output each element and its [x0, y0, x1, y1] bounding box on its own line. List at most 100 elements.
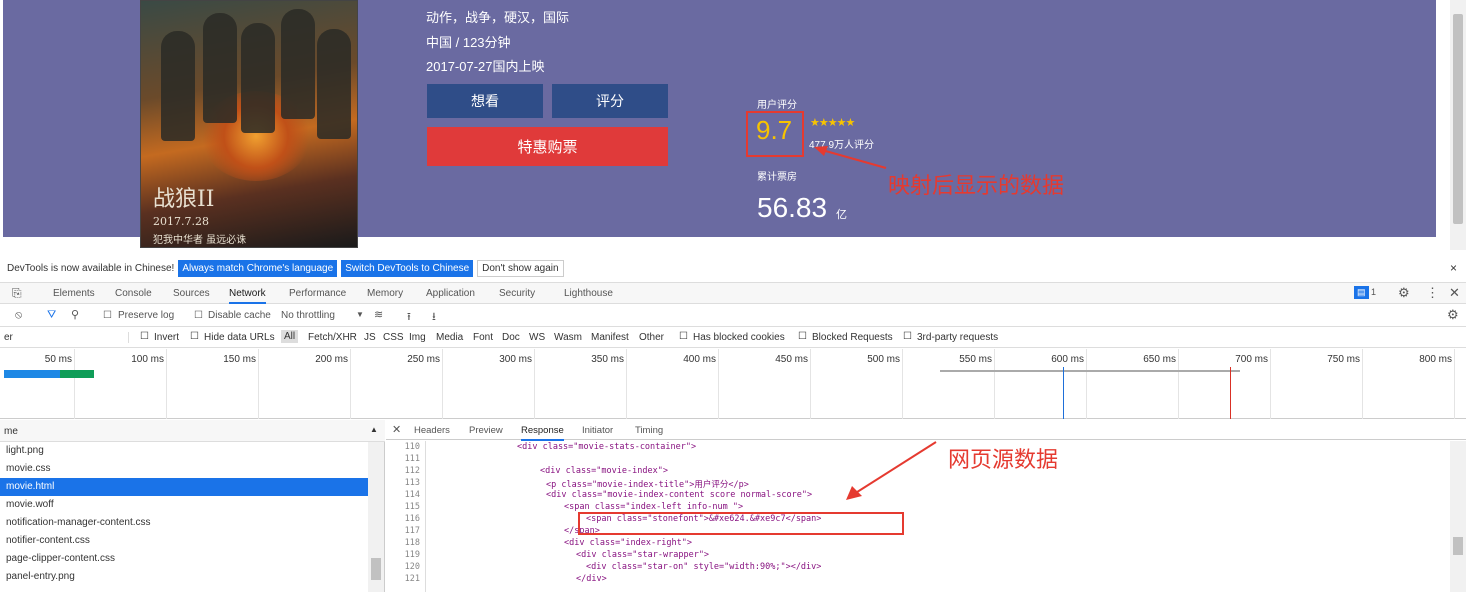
- filter-input[interactable]: er: [4, 332, 129, 343]
- sort-ascending-icon[interactable]: ▲: [370, 425, 378, 434]
- network-toolbar: ⦸ ⛛ ⚲ ☐ Preserve log ☐ Disable cache No …: [0, 305, 1466, 327]
- boxoffice-value: 56.83: [757, 192, 828, 223]
- request-row[interactable]: page-clipper-content.css: [0, 550, 368, 568]
- third-party-checkbox[interactable]: ☐: [903, 331, 912, 342]
- tab-memory[interactable]: Memory: [367, 288, 403, 299]
- type-filter-css[interactable]: CSS: [383, 332, 404, 343]
- tab-initiator[interactable]: Initiator: [582, 425, 613, 436]
- type-filter-fetch-xhr[interactable]: Fetch/XHR: [308, 332, 357, 343]
- line-number: 117: [404, 526, 420, 536]
- code-line: <p class="movie-index-title">用户评分</p>: [546, 480, 749, 490]
- type-filter-img[interactable]: Img: [409, 332, 426, 343]
- page-scrollbar-thumb[interactable]: [1453, 14, 1463, 224]
- match-language-button[interactable]: Always match Chrome's language: [178, 259, 338, 277]
- code-scrollbar[interactable]: [1450, 441, 1466, 592]
- want-to-watch-button[interactable]: 想看: [427, 84, 543, 118]
- poster-figure: [161, 31, 195, 141]
- code-line: <div class="star-wrapper">: [576, 550, 710, 560]
- timeline-tick-label: 600 ms: [1051, 354, 1084, 365]
- tab-performance[interactable]: Performance: [289, 288, 346, 299]
- tab-preview[interactable]: Preview: [469, 425, 503, 436]
- type-filter-all[interactable]: All: [281, 330, 299, 343]
- tab-response[interactable]: Response: [521, 425, 564, 441]
- poster-figure: [281, 9, 315, 119]
- request-list-scrollbar[interactable]: [368, 442, 384, 592]
- type-filter-manifest[interactable]: Manifest: [591, 332, 629, 343]
- close-devtools-icon[interactable]: ✕: [1449, 285, 1460, 301]
- preserve-log-checkbox[interactable]: ☐: [103, 310, 112, 321]
- tab-lighthouse[interactable]: Lighthouse: [564, 288, 613, 299]
- line-number: 119: [404, 550, 420, 560]
- rate-button[interactable]: 评分: [552, 84, 668, 118]
- inspect-element-icon[interactable]: ⎘: [12, 286, 22, 301]
- tab-console[interactable]: Console: [115, 288, 152, 299]
- blocked-cookies-checkbox[interactable]: ☐: [679, 331, 688, 342]
- name-column-header[interactable]: me: [4, 426, 18, 437]
- rating-stars: ★★★★★: [810, 117, 855, 129]
- type-filter-js[interactable]: JS: [364, 332, 376, 343]
- poster-date: 2017.7.28: [153, 215, 209, 228]
- request-row[interactable]: movie.css: [0, 460, 368, 478]
- hide-data-urls-checkbox[interactable]: ☐: [190, 331, 199, 342]
- throttling-dropdown-icon[interactable]: ▼: [356, 310, 364, 319]
- line-number: 110: [404, 442, 420, 452]
- type-filter-media[interactable]: Media: [436, 332, 463, 343]
- request-row[interactable]: light.png: [0, 442, 368, 460]
- import-har-icon[interactable]: ⭱: [407, 308, 411, 327]
- request-row[interactable]: notifier-content.css: [0, 532, 368, 550]
- code-line: <div class="movie-stats-container">: [517, 442, 697, 452]
- tab-network[interactable]: Network: [229, 288, 266, 304]
- boxoffice-unit: 亿: [836, 209, 847, 221]
- line-number: 114: [404, 490, 420, 500]
- request-list-scrollbar-thumb[interactable]: [371, 558, 381, 580]
- search-icon[interactable]: ⚲: [71, 308, 79, 321]
- notice-close-icon[interactable]: ×: [1450, 261, 1457, 275]
- annotation-mapped-data: 映射后显示的数据: [888, 173, 1065, 198]
- hide-data-urls-label: Hide data URLs: [204, 332, 275, 343]
- timeline-tick-label: 650 ms: [1143, 354, 1176, 365]
- page-scrollbar[interactable]: [1450, 0, 1466, 250]
- settings-gear-icon[interactable]: ⚙: [1398, 285, 1410, 301]
- timeline-tick-label: 450 ms: [775, 354, 808, 365]
- tab-elements[interactable]: Elements: [53, 288, 95, 299]
- request-row[interactable]: notification-manager-content.css: [0, 514, 368, 532]
- type-filter-doc[interactable]: Doc: [502, 332, 520, 343]
- blocked-cookies-label: Has blocked cookies: [693, 332, 785, 343]
- request-row[interactable]: panel-entry.png: [0, 568, 368, 586]
- poster-figure: [317, 29, 351, 139]
- buy-ticket-button[interactable]: 特惠购票: [427, 127, 668, 166]
- network-settings-icon[interactable]: ⚙: [1447, 307, 1459, 323]
- type-filter-font[interactable]: Font: [473, 332, 493, 343]
- request-row-selected[interactable]: movie.html: [0, 478, 368, 496]
- blocked-requests-checkbox[interactable]: ☐: [798, 331, 807, 342]
- tab-security[interactable]: Security: [499, 288, 535, 299]
- disable-cache-checkbox[interactable]: ☐: [194, 310, 203, 321]
- throttling-select[interactable]: No throttling: [281, 310, 335, 321]
- tab-timing[interactable]: Timing: [635, 425, 663, 436]
- tab-headers[interactable]: Headers: [414, 425, 450, 436]
- code-scrollbar-thumb[interactable]: [1453, 537, 1463, 555]
- issues-icon[interactable]: ▤: [1354, 286, 1369, 299]
- record-stop-icon[interactable]: ⦸: [15, 309, 22, 322]
- dont-show-again-button[interactable]: Don't show again: [477, 259, 564, 277]
- timeline-request-bar: [940, 370, 1240, 372]
- network-conditions-icon[interactable]: ≋: [374, 308, 383, 321]
- code-line: <div class="movie-index-content score no…: [546, 490, 813, 500]
- export-har-icon[interactable]: ⭳: [432, 308, 436, 327]
- more-options-icon[interactable]: ⋮: [1426, 285, 1439, 301]
- type-filter-wasm[interactable]: Wasm: [554, 332, 582, 343]
- request-row[interactable]: movie.woff: [0, 496, 368, 514]
- close-panel-icon[interactable]: ✕: [392, 423, 401, 436]
- tab-application[interactable]: Application: [426, 288, 475, 299]
- switch-chinese-button[interactable]: Switch DevTools to Chinese: [341, 259, 474, 277]
- code-line: <div class="star-on" style="width:90%;">…: [586, 562, 822, 572]
- tab-sources[interactable]: Sources: [173, 288, 210, 299]
- filter-icon[interactable]: ⛛: [47, 309, 56, 322]
- timeline-request-bar: [4, 370, 60, 378]
- invert-checkbox[interactable]: ☐: [140, 331, 149, 342]
- timeline-tick-label: 100 ms: [131, 354, 164, 365]
- type-filter-ws[interactable]: WS: [529, 332, 545, 343]
- type-filter-other[interactable]: Other: [639, 332, 664, 343]
- movie-genres: 动作，战争，硬汉，国际: [426, 10, 570, 25]
- timeline-tick-label: 250 ms: [407, 354, 440, 365]
